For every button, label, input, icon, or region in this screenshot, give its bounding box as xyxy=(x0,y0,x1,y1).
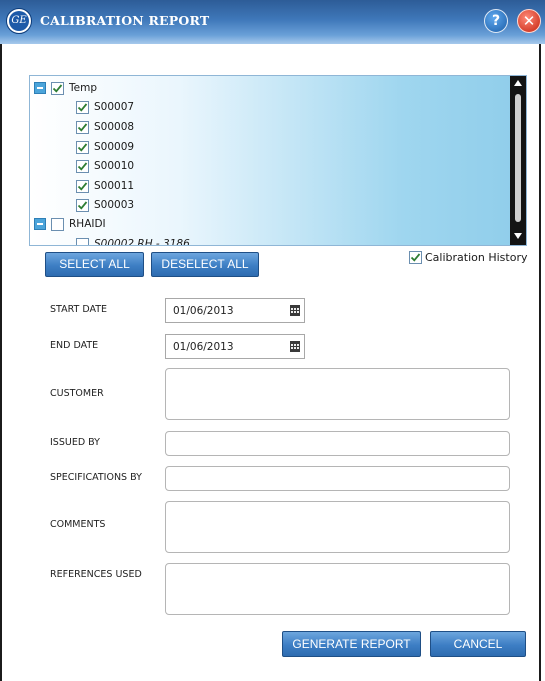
tree-item-label: S00003 xyxy=(94,199,135,211)
item-checkbox[interactable] xyxy=(76,159,89,173)
tree-item[interactable]: S00007 xyxy=(76,99,134,115)
tree-group-label: RHAIDI xyxy=(69,218,106,230)
item-checkbox[interactable] xyxy=(76,198,89,212)
item-checkbox[interactable] xyxy=(76,140,89,154)
issued-by-field[interactable] xyxy=(165,431,510,456)
group-checkbox-rhaidi[interactable] xyxy=(51,217,64,231)
start-date-field[interactable]: 01/06/2013 xyxy=(165,298,305,323)
references-used-field[interactable] xyxy=(165,563,510,615)
tree-item-label: S00009 xyxy=(94,141,135,153)
end-date-label: END DATE xyxy=(50,340,99,351)
specifications-by-label: SPECIFICATIONS BY xyxy=(50,472,142,483)
select-all-button[interactable]: SELECT ALL xyxy=(45,252,144,277)
generate-report-button[interactable]: GENERATE REPORT xyxy=(282,631,421,657)
scroll-thumb[interactable] xyxy=(515,94,521,222)
tree-item[interactable]: S00011 xyxy=(76,178,134,194)
window-title: CALIBRATION REPORT xyxy=(40,13,210,28)
scroll-down-arrow-icon[interactable] xyxy=(514,233,522,239)
issued-by-label: ISSUED BY xyxy=(50,437,100,448)
calibration-history-label: Calibration History xyxy=(425,251,528,264)
checkmark-icon xyxy=(52,83,63,93)
ge-logo-icon: GE xyxy=(6,8,32,34)
tree-scrollbar[interactable] xyxy=(510,76,526,245)
checkmark-icon xyxy=(77,142,88,152)
close-icon[interactable]: ✕ xyxy=(517,9,541,33)
tree-item[interactable]: S00010 xyxy=(76,158,134,174)
checkmark-icon xyxy=(77,200,88,210)
comments-field[interactable] xyxy=(165,501,510,553)
tree-item-label: S00010 xyxy=(94,160,135,172)
help-icon[interactable]: ? xyxy=(484,9,508,33)
calibration-history-toggle[interactable]: Calibration History xyxy=(409,251,527,264)
checkmark-icon xyxy=(77,181,88,191)
ge-logo-text: GE xyxy=(9,11,29,31)
sensor-tree[interactable]: Temp S00007 S00008 S00009 S00010 S00011 xyxy=(29,75,527,246)
start-date-value: 01/06/2013 xyxy=(173,305,234,317)
group-checkbox-temp[interactable] xyxy=(51,81,64,95)
tree-item[interactable]: S00009 xyxy=(76,139,134,155)
checkmark-icon xyxy=(77,161,88,171)
customer-field[interactable] xyxy=(165,368,510,420)
item-checkbox[interactable] xyxy=(76,237,89,245)
deselect-all-button[interactable]: DESELECT ALL xyxy=(151,252,259,277)
collapse-icon[interactable] xyxy=(34,218,46,230)
checkmark-icon xyxy=(77,102,88,112)
calibration-history-checkbox[interactable] xyxy=(409,251,422,264)
tree-item-label: S00007 xyxy=(94,101,135,113)
tree-item-label: S00008 xyxy=(94,121,135,133)
checkmark-icon xyxy=(77,122,88,132)
item-checkbox[interactable] xyxy=(76,179,89,193)
tree-group-rhaidi[interactable]: RHAIDI xyxy=(34,216,106,232)
customer-label: CUSTOMER xyxy=(50,388,104,399)
tree-item[interactable]: S00002 RH - 3186 xyxy=(76,236,190,246)
item-checkbox[interactable] xyxy=(76,100,89,114)
tree-item[interactable]: S00008 xyxy=(76,119,134,135)
item-checkbox[interactable] xyxy=(76,120,89,134)
tree-item-label: S00002 RH - 3186 xyxy=(94,238,190,246)
end-date-value: 01/06/2013 xyxy=(173,341,234,353)
tree-group-label: Temp xyxy=(69,82,97,94)
tree-group-temp[interactable]: Temp xyxy=(34,80,97,96)
title-bar: GE CALIBRATION REPORT ? ✕ xyxy=(0,0,545,44)
tree-item-label: S00011 xyxy=(94,180,135,192)
calendar-icon[interactable] xyxy=(290,341,300,352)
cancel-button[interactable]: CANCEL xyxy=(430,631,526,657)
collapse-icon[interactable] xyxy=(34,82,46,94)
calendar-icon[interactable] xyxy=(290,305,300,316)
checkmark-icon xyxy=(410,253,421,262)
specifications-by-field[interactable] xyxy=(165,466,510,491)
scroll-up-arrow-icon[interactable] xyxy=(514,80,522,86)
comments-label: COMMENTS xyxy=(50,519,106,530)
references-used-label: REFERENCES USED xyxy=(50,569,142,580)
start-date-label: START DATE xyxy=(50,304,108,315)
tree-item[interactable]: S00003 xyxy=(76,197,134,213)
end-date-field[interactable]: 01/06/2013 xyxy=(165,334,305,359)
